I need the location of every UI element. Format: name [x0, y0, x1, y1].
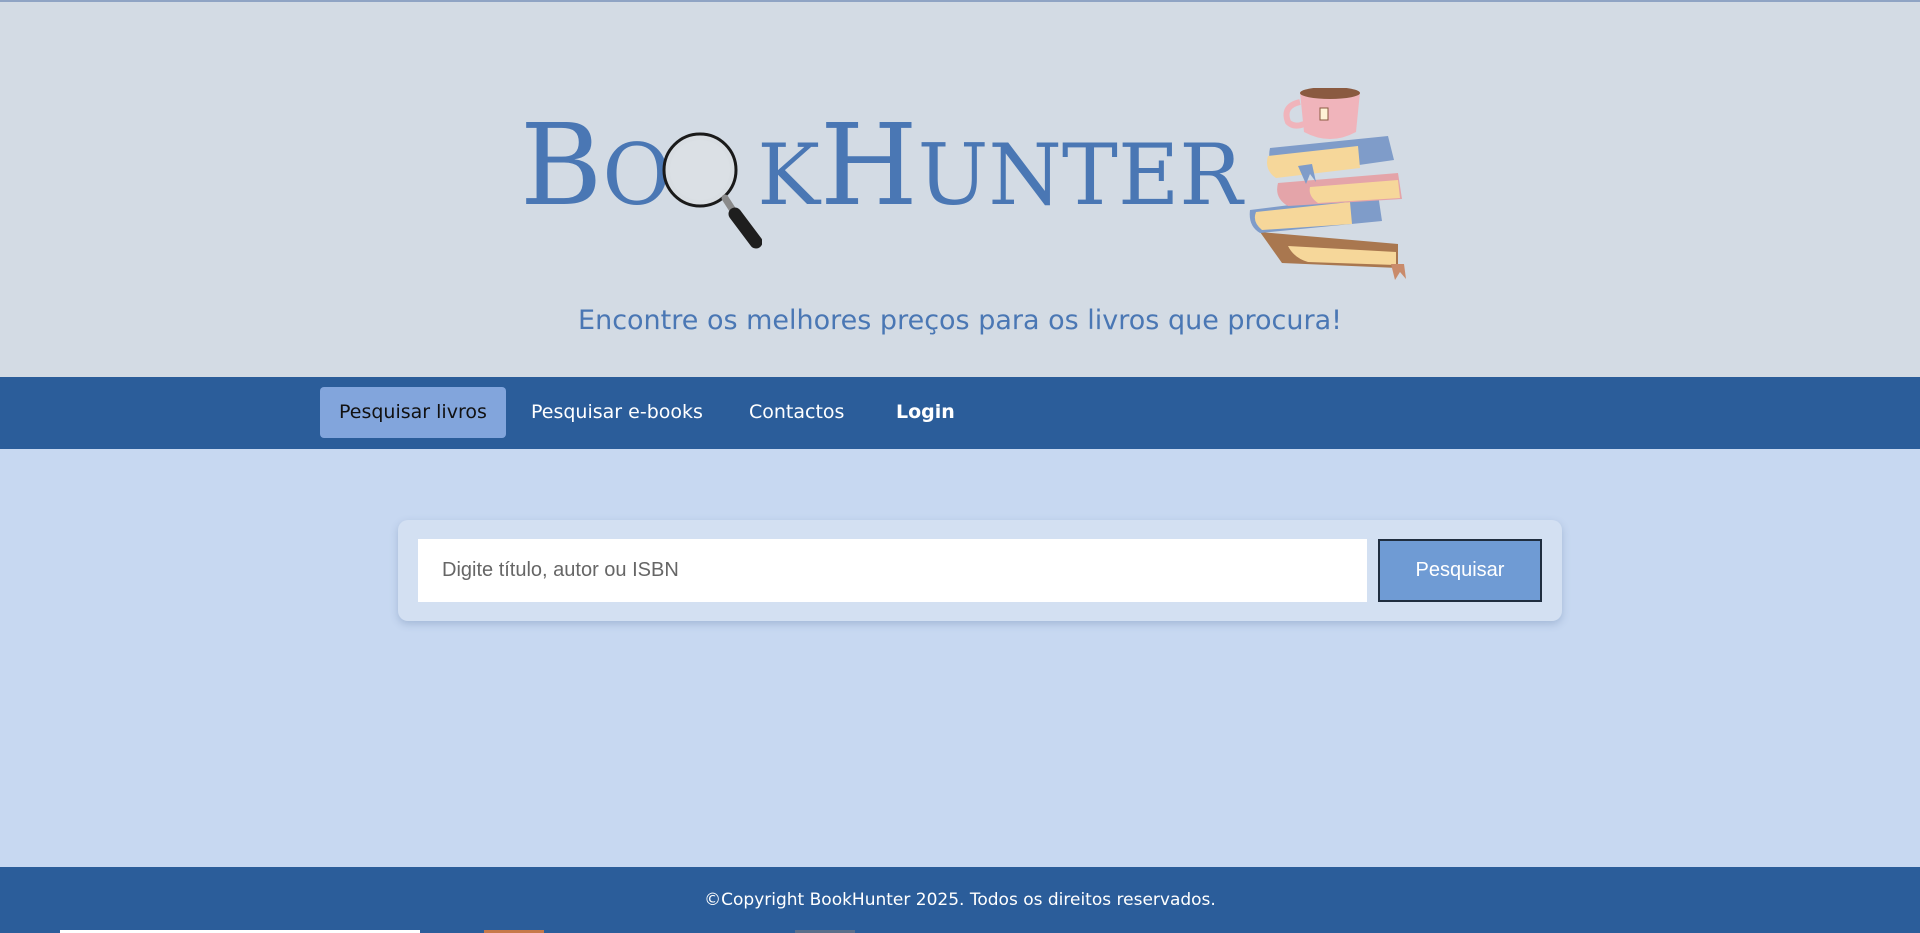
- site-footer: ©Copyright BookHunter 2025. Todos os dir…: [0, 867, 1920, 933]
- main-nav: Pesquisar livros Pesquisar e-books Conta…: [0, 377, 1920, 449]
- search-card: Pesquisar: [398, 520, 1562, 621]
- search-input[interactable]: [418, 539, 1367, 602]
- site-header: BO KHUNTER Encontre os melhores preços p…: [0, 0, 1920, 377]
- logo-letters-unter: UNTER: [917, 126, 1243, 224]
- nav-login[interactable]: Login: [877, 387, 974, 438]
- nav-pesquisar-ebooks[interactable]: Pesquisar e-books: [512, 387, 722, 438]
- logo-letter-b: B: [520, 101, 603, 231]
- magnifier-icon: [662, 132, 762, 249]
- logo-letter-k: K: [757, 126, 820, 224]
- copyright-text: ©Copyright BookHunter 2025. Todos os dir…: [704, 890, 1216, 910]
- logo[interactable]: BO KHUNTER: [520, 88, 1430, 288]
- book-stack-icon: [1249, 88, 1406, 280]
- logo-letter-o: O: [602, 126, 672, 224]
- logo-text: BO KHUNTER: [520, 110, 1243, 222]
- logo-letter-h: H: [819, 101, 918, 231]
- search-button[interactable]: Pesquisar: [1378, 539, 1542, 602]
- tagline: Encontre os melhores preços para os livr…: [578, 305, 1342, 336]
- nav-contactos[interactable]: Contactos: [730, 387, 863, 438]
- nav-pesquisar-livros[interactable]: Pesquisar livros: [320, 387, 506, 438]
